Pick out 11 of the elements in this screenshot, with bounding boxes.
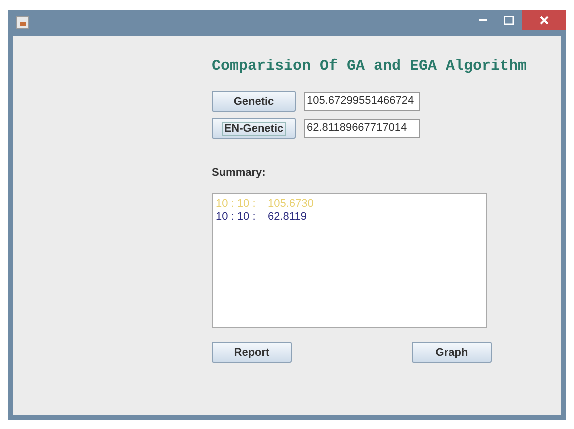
algorithm-button[interactable]: EN-Genetic <box>212 118 296 139</box>
action-button[interactable]: Graph <box>412 342 492 363</box>
action-button[interactable]: Report <box>212 342 292 363</box>
result-field[interactable]: 62.81189667717014 <box>304 119 420 138</box>
summary-label: Summary: <box>212 167 267 179</box>
algorithm-button[interactable]: Genetic <box>212 91 296 112</box>
summary-line: 10 : 10 : 62.8119 <box>216 211 308 224</box>
summary-line: 10 : 10 : 105.6730 <box>216 198 315 211</box>
page-heading: Comparision Of GA and EGA Algorithm <box>212 58 528 75</box>
result-field[interactable]: 105.67299551466724 <box>304 92 420 111</box>
summary-text-area[interactable]: 10 : 10 : 105.6730 10 : 10 : 62.8119 <box>212 193 487 328</box>
